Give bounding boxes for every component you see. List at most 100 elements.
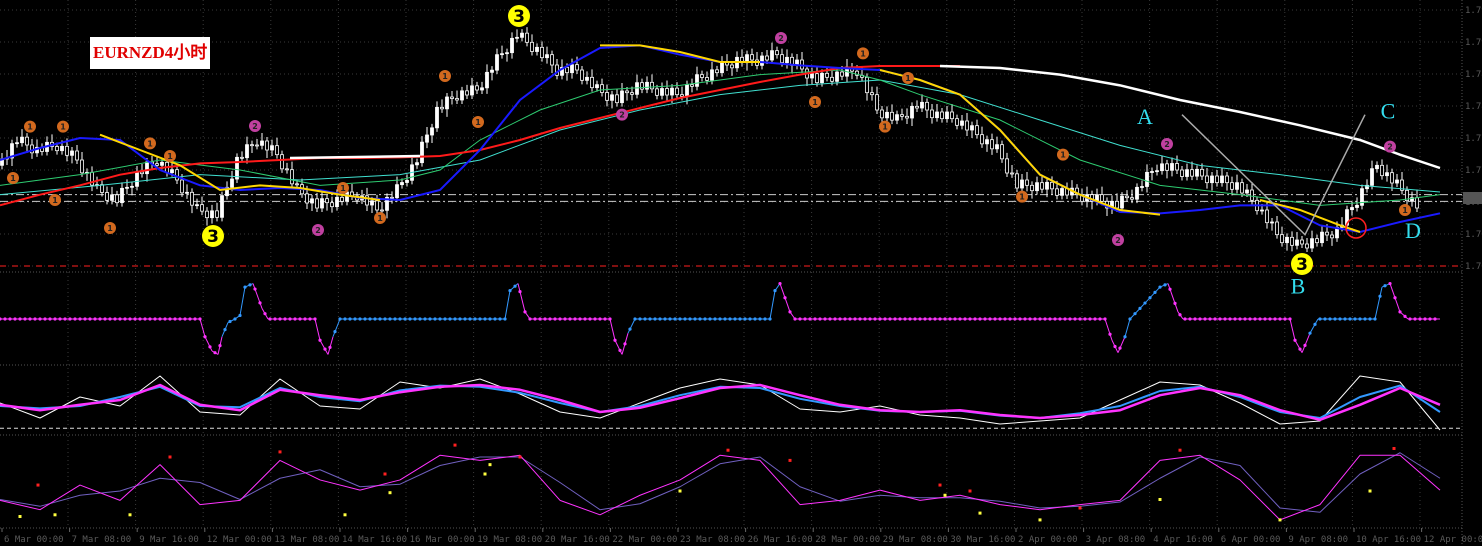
step-indicator-dot [453,317,457,321]
wave-marker-label: 3 [1296,255,1308,275]
step-indicator-dot [778,281,782,286]
time-tick-label: 12 Apr 00:00 [1424,535,1482,545]
stochastic-red-dot [383,472,387,476]
candle-bull [445,96,449,110]
step-indicator-dot [1088,317,1092,321]
step-indicator-dot [213,351,217,355]
candle-bear [1215,175,1219,184]
step-indicator-dot [878,317,882,321]
candle-bear [905,115,909,119]
step-indicator-dot [1008,317,1012,321]
step-indicator-dot [703,317,707,321]
step-indicator-dot [668,317,672,321]
step-indicator-dot [1383,284,1387,288]
candle-bull [910,105,914,119]
step-indicator-dot [663,317,667,321]
step-indicator-dot [1003,317,1007,321]
step-indicator-dot [748,317,752,321]
step-indicator-dot [0,317,2,321]
wave-marker-label: 1 [905,74,911,83]
step-indicator-dot [123,317,127,321]
candle-bear [1415,197,1419,209]
step-indicator-dot [1258,317,1262,321]
candle-bull [1245,189,1249,194]
step-indicator-dot [473,317,477,321]
step-indicator-dot [1103,317,1107,321]
price-tick-label: 1.7600 [1465,262,1482,272]
step-indicator-dot [723,317,727,321]
candle-bear [590,76,594,89]
step-indicator-dot [98,317,102,321]
candle-bear [840,71,844,77]
step-indicator-dot [8,317,12,321]
step-indicator-dot [1093,317,1097,321]
candle-bear [700,74,704,78]
candle-bear [1010,172,1014,175]
step-indicator-dot [1408,317,1412,321]
step-indicator-dot [1173,301,1177,305]
step-indicator-dot [838,317,842,321]
candle-bull [1170,163,1174,171]
candle-bear [1250,189,1254,201]
step-indicator-dot [1358,317,1362,321]
time-tick-label: 30 Mar 16:00 [950,535,1015,545]
step-indicator-dot [613,338,617,342]
candle-bear [605,92,609,101]
step-indicator-dot [788,310,792,314]
step-indicator-dot [1413,317,1417,321]
time-tick-label: 10 Apr 16:00 [1356,535,1421,545]
step-indicator-dot [293,317,297,321]
candle-bear [650,81,654,90]
step-indicator-dot [1303,343,1307,347]
step-indicator-dot [698,317,702,321]
wave-marker-label: 1 [107,224,113,233]
step-indicator-dot [393,317,397,321]
candle-bull [760,55,764,66]
step-indicator-dot [518,290,522,294]
wave-marker-label: 1 [882,123,888,132]
step-indicator-dot [563,317,567,321]
time-tick-label: 7 Mar 08:00 [72,535,132,545]
candle-bear [1380,164,1384,177]
candle-bear [940,111,944,120]
candle-bull [720,61,724,74]
candle-bear [630,92,634,95]
step-indicator-dot [348,317,352,321]
step-indicator-dot [1283,317,1287,321]
step-indicator-dot [688,317,692,321]
step-indicator-dot [793,317,797,321]
step-indicator-line [609,318,616,341]
step-indicator-dot [543,317,547,321]
wave-marker-label: 1 [860,49,866,58]
step-indicator-dot [1403,314,1407,318]
step-indicator-dot [158,317,162,321]
candle-bear [305,193,309,204]
stochastic-yellow-dot [483,472,487,476]
step-indicator-dot [3,317,7,321]
step-indicator-dot [903,317,907,321]
candle-bull [820,72,824,84]
time-tick-label: 9 Apr 08:00 [1288,535,1348,545]
step-indicator-dot [103,317,107,321]
candle-bear [600,84,604,93]
step-indicator-dot [353,317,357,321]
candle-bull [370,200,374,206]
step-indicator-dot [1148,296,1152,300]
step-indicator-dot [608,317,612,321]
candle-bull [170,169,174,174]
chart-title: EURNZD4小时 [90,37,211,69]
step-indicator-dot [1143,301,1147,305]
candle-bull [1370,168,1374,186]
stochastic-red-dot [36,483,40,487]
candle-bear [1100,194,1104,202]
candle-bear [865,76,869,94]
candle-bear [1055,188,1059,196]
step-indicator-dot [48,317,52,321]
step-indicator-dot [1248,317,1252,321]
step-indicator-dot [743,317,747,321]
step-indicator-dot [298,317,302,321]
step-indicator-dot [1323,317,1327,321]
step-indicator-dot [63,317,67,321]
price-tick-label: 1.7889 [1465,70,1482,80]
step-indicator-dot [1378,294,1382,298]
